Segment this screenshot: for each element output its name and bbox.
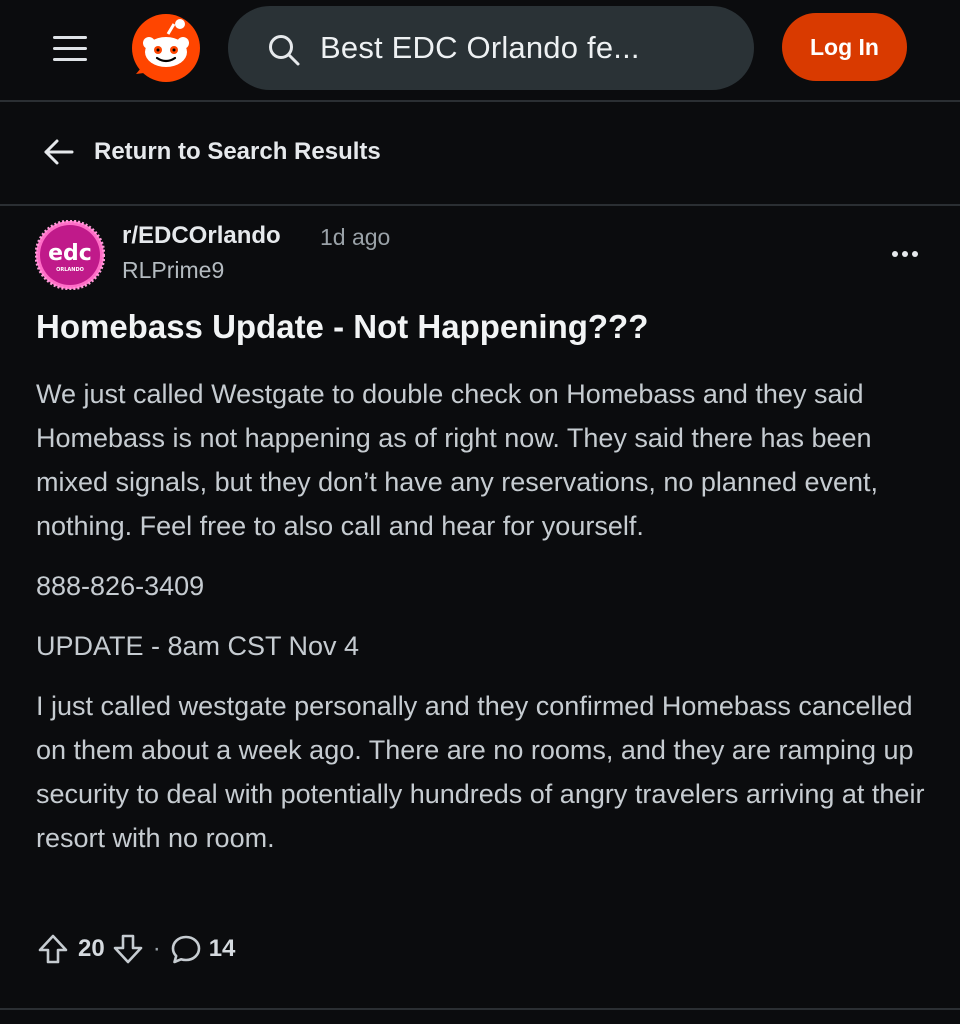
post-author[interactable]: RLPrime9 bbox=[122, 257, 224, 284]
hamburger-icon bbox=[53, 35, 87, 39]
ellipsis-icon-dot bbox=[902, 251, 908, 257]
post-paragraph-phone: 888-826-3409 bbox=[36, 571, 205, 601]
search-field[interactable]: Best EDC Orlando fe... bbox=[228, 6, 754, 90]
arrow-left-icon bbox=[44, 139, 74, 165]
comment-bubble-icon[interactable] bbox=[169, 932, 203, 966]
post-title[interactable]: Homebass Update - Not Happening??? bbox=[36, 308, 648, 346]
post-bottom-divider bbox=[0, 1008, 960, 1010]
post-action-bar: 20 · 14 bbox=[36, 929, 235, 969]
top-bar: Best EDC Orlando fe... Log In bbox=[0, 0, 960, 100]
nav-divider bbox=[0, 204, 960, 206]
return-to-search-link[interactable]: Return to Search Results bbox=[40, 132, 381, 172]
hamburger-icon-line bbox=[53, 57, 87, 61]
post-timestamp: 1d ago bbox=[320, 224, 391, 250]
search-icon bbox=[269, 35, 300, 66]
header-divider bbox=[0, 100, 960, 102]
separator-dot: · bbox=[152, 935, 161, 962]
ellipsis-icon bbox=[892, 251, 898, 257]
arrow-up-icon[interactable] bbox=[36, 932, 70, 966]
hamburger-menu-button[interactable] bbox=[48, 26, 92, 70]
reddit-logo[interactable] bbox=[130, 12, 202, 84]
post-body: We just called Westgate to double check … bbox=[36, 372, 926, 860]
subreddit-avatar[interactable]: edc ORLANDO bbox=[35, 220, 105, 290]
avatar-logo-subtext: ORLANDO bbox=[56, 267, 84, 273]
comment-count: 14 bbox=[208, 935, 236, 962]
vote-count: 20 bbox=[78, 935, 105, 962]
login-button[interactable]: Log In bbox=[782, 13, 907, 81]
post-paragraph-update: UPDATE - 8am CST Nov 4 bbox=[36, 631, 360, 661]
ellipsis-icon-dot bbox=[912, 251, 918, 257]
return-link-label: Return to Search Results bbox=[94, 138, 381, 165]
hamburger-icon-line bbox=[53, 46, 87, 50]
arrow-down-icon[interactable] bbox=[111, 932, 145, 966]
subreddit-name[interactable]: r/EDCOrlando bbox=[122, 222, 281, 250]
post-paragraph: I just called westgate personally and th… bbox=[36, 691, 925, 853]
post-paragraph: We just called Westgate to double check … bbox=[36, 379, 879, 541]
avatar-logo-text: edc bbox=[48, 241, 92, 266]
search-input-value[interactable]: Best EDC Orlando fe... bbox=[320, 30, 640, 66]
post-options-button[interactable] bbox=[888, 238, 922, 270]
